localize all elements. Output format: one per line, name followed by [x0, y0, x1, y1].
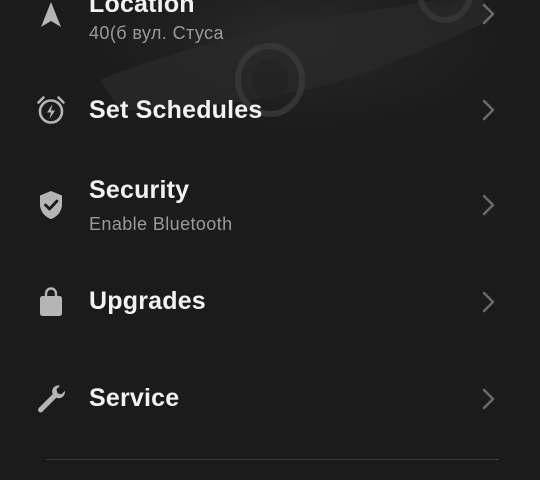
shopping-bag-icon: [33, 284, 69, 320]
menu-item-label: Location: [89, 0, 195, 18]
chevron-right-icon: [482, 3, 495, 25]
menu-item-label: Upgrades: [89, 287, 206, 315]
menu-item-sublabel: 40(б вул. Стуса: [89, 23, 224, 43]
menu-item-service[interactable]: Service: [0, 353, 540, 443]
shield-check-icon: [33, 187, 69, 223]
menu-item-upgrades[interactable]: Upgrades: [0, 256, 540, 346]
navigation-arrow-icon: [33, 0, 69, 33]
alarm-clock-bolt-icon: [33, 92, 69, 128]
chevron-right-icon: [482, 194, 495, 216]
menu-item-location[interactable]: Location 40(б вул. Стуса: [0, 0, 540, 60]
menu-item-security[interactable]: Security Enable Bluetooth: [0, 160, 540, 250]
menu-item-label: Set Schedules: [89, 96, 263, 124]
divider: [46, 459, 499, 460]
menu-item-label: Security: [89, 176, 190, 204]
chevron-right-icon: [482, 291, 495, 313]
menu-item-set-schedules[interactable]: Set Schedules: [0, 65, 540, 155]
vehicle-menu: Location 40(б вул. Стуса Set Schedules S…: [0, 0, 540, 480]
wrench-icon: [33, 381, 69, 417]
chevron-right-icon: [482, 99, 495, 121]
menu-item-sublabel: Enable Bluetooth: [89, 214, 233, 234]
menu-item-label: Service: [89, 384, 180, 412]
chevron-right-icon: [482, 388, 495, 410]
